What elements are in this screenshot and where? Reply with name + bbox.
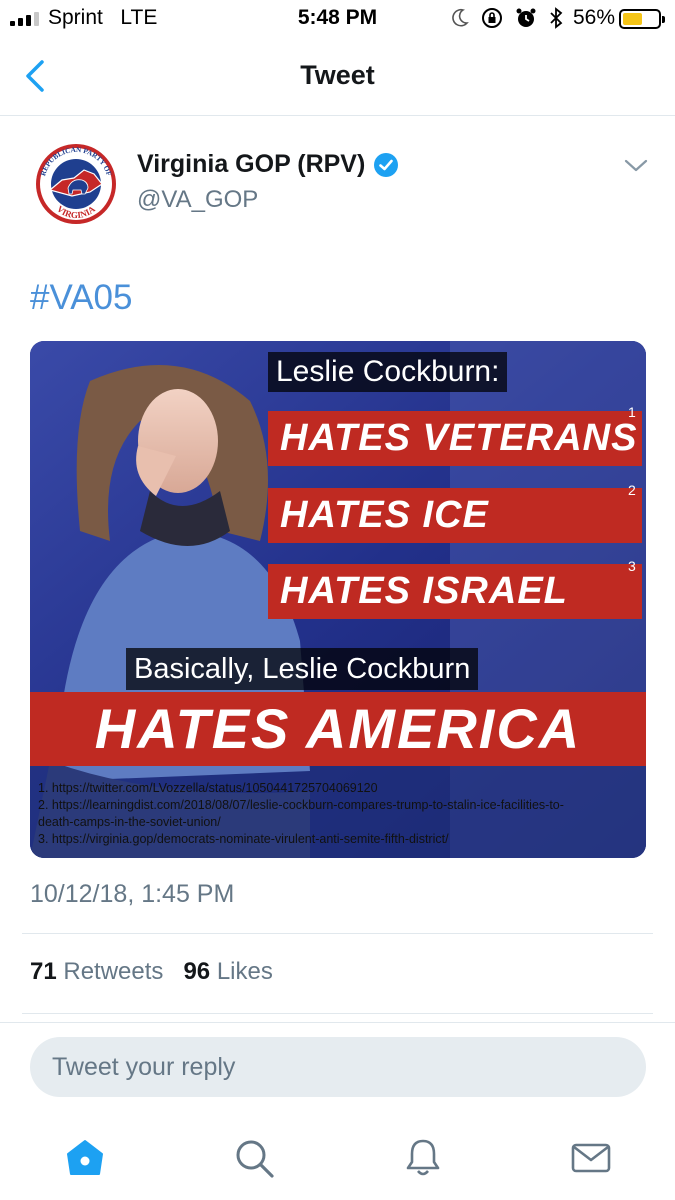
tab-notifications[interactable] <box>401 1136 445 1180</box>
footnote-2: 2 <box>628 482 636 498</box>
tweet-timestamp: 10/12/18, 1:45 PM <box>30 880 235 908</box>
chevron-down-icon <box>624 159 648 172</box>
banner-hates-veterans: HATES VETERANS <box>268 411 642 466</box>
reference-line: death-camps-in-the-soviet-union/ <box>38 815 221 829</box>
retweets-label: Retweets <box>63 958 164 985</box>
search-icon <box>236 1140 274 1178</box>
tab-bar <box>0 1120 675 1200</box>
author-handle[interactable]: @VA_GOP <box>137 186 258 214</box>
banner-hates-america: HATES AMERICA <box>30 692 646 766</box>
footnote-1: 1 <box>628 404 636 420</box>
status-bar: Sprint LTE 5:48 PM 56% <box>0 0 675 40</box>
divider <box>0 1022 675 1023</box>
divider <box>22 1013 653 1014</box>
likes-stat[interactable]: 96 Likes <box>183 958 272 985</box>
retweets-stat[interactable]: 71 Retweets <box>30 958 163 985</box>
retweets-count: 71 <box>30 958 57 985</box>
lead-caption: Leslie Cockburn: <box>268 352 508 392</box>
notifications-icon <box>406 1139 440 1176</box>
status-icons <box>451 7 563 29</box>
author-name: Virginia GOP (RPV) <box>137 150 366 178</box>
likes-label: Likes <box>216 958 273 985</box>
home-icon <box>67 1140 103 1175</box>
footnote-3: 3 <box>628 558 636 574</box>
banner-hates-ice: HATES ICE <box>268 488 642 543</box>
avatar[interactable]: REPUBLICAN PARTY OF VIRGINIA <box>32 140 120 228</box>
bluetooth-icon <box>550 7 563 29</box>
reference-line: 2. https://learningdist.com/2018/08/07/l… <box>38 798 564 812</box>
verified-badge-icon <box>374 152 399 177</box>
banner-hates-israel: HATES ISRAEL <box>268 564 642 619</box>
reference-line: 3. https://virginia.gop/democrats-nomina… <box>38 832 449 846</box>
messages-icon <box>571 1143 611 1173</box>
hashtag-link[interactable]: #VA05 <box>30 278 133 318</box>
battery-icon <box>619 9 665 29</box>
nav-bar: Tweet <box>0 40 675 116</box>
reference-line: 1. https://twitter.com/LVozzella/status/… <box>38 781 378 795</box>
basically-caption: Basically, Leslie Cockburn <box>126 648 479 690</box>
page-title: Tweet <box>300 60 375 90</box>
rpv-logo: REPUBLICAN PARTY OF VIRGINIA <box>32 140 120 228</box>
battery-percent: 56% <box>572 6 615 29</box>
tweet-stats: 71 Retweets 96 Likes <box>30 958 273 986</box>
rotation-lock-icon <box>482 8 502 28</box>
divider <box>22 933 653 934</box>
tab-messages[interactable] <box>569 1136 613 1180</box>
tab-search[interactable] <box>232 1136 276 1180</box>
tab-home[interactable] <box>63 1136 107 1180</box>
battery-fill <box>623 13 642 25</box>
likes-count: 96 <box>183 958 211 985</box>
tweet-options-button[interactable] <box>623 156 649 176</box>
reply-input[interactable]: Tweet your reply <box>30 1037 646 1097</box>
reply-placeholder: Tweet your reply <box>52 1053 236 1081</box>
moon-icon <box>452 8 469 27</box>
alarm-icon <box>516 8 536 27</box>
author-name-row[interactable]: Virginia GOP (RPV) <box>137 150 399 179</box>
reference-links: 1. https://twitter.com/LVozzella/status/… <box>38 780 638 848</box>
